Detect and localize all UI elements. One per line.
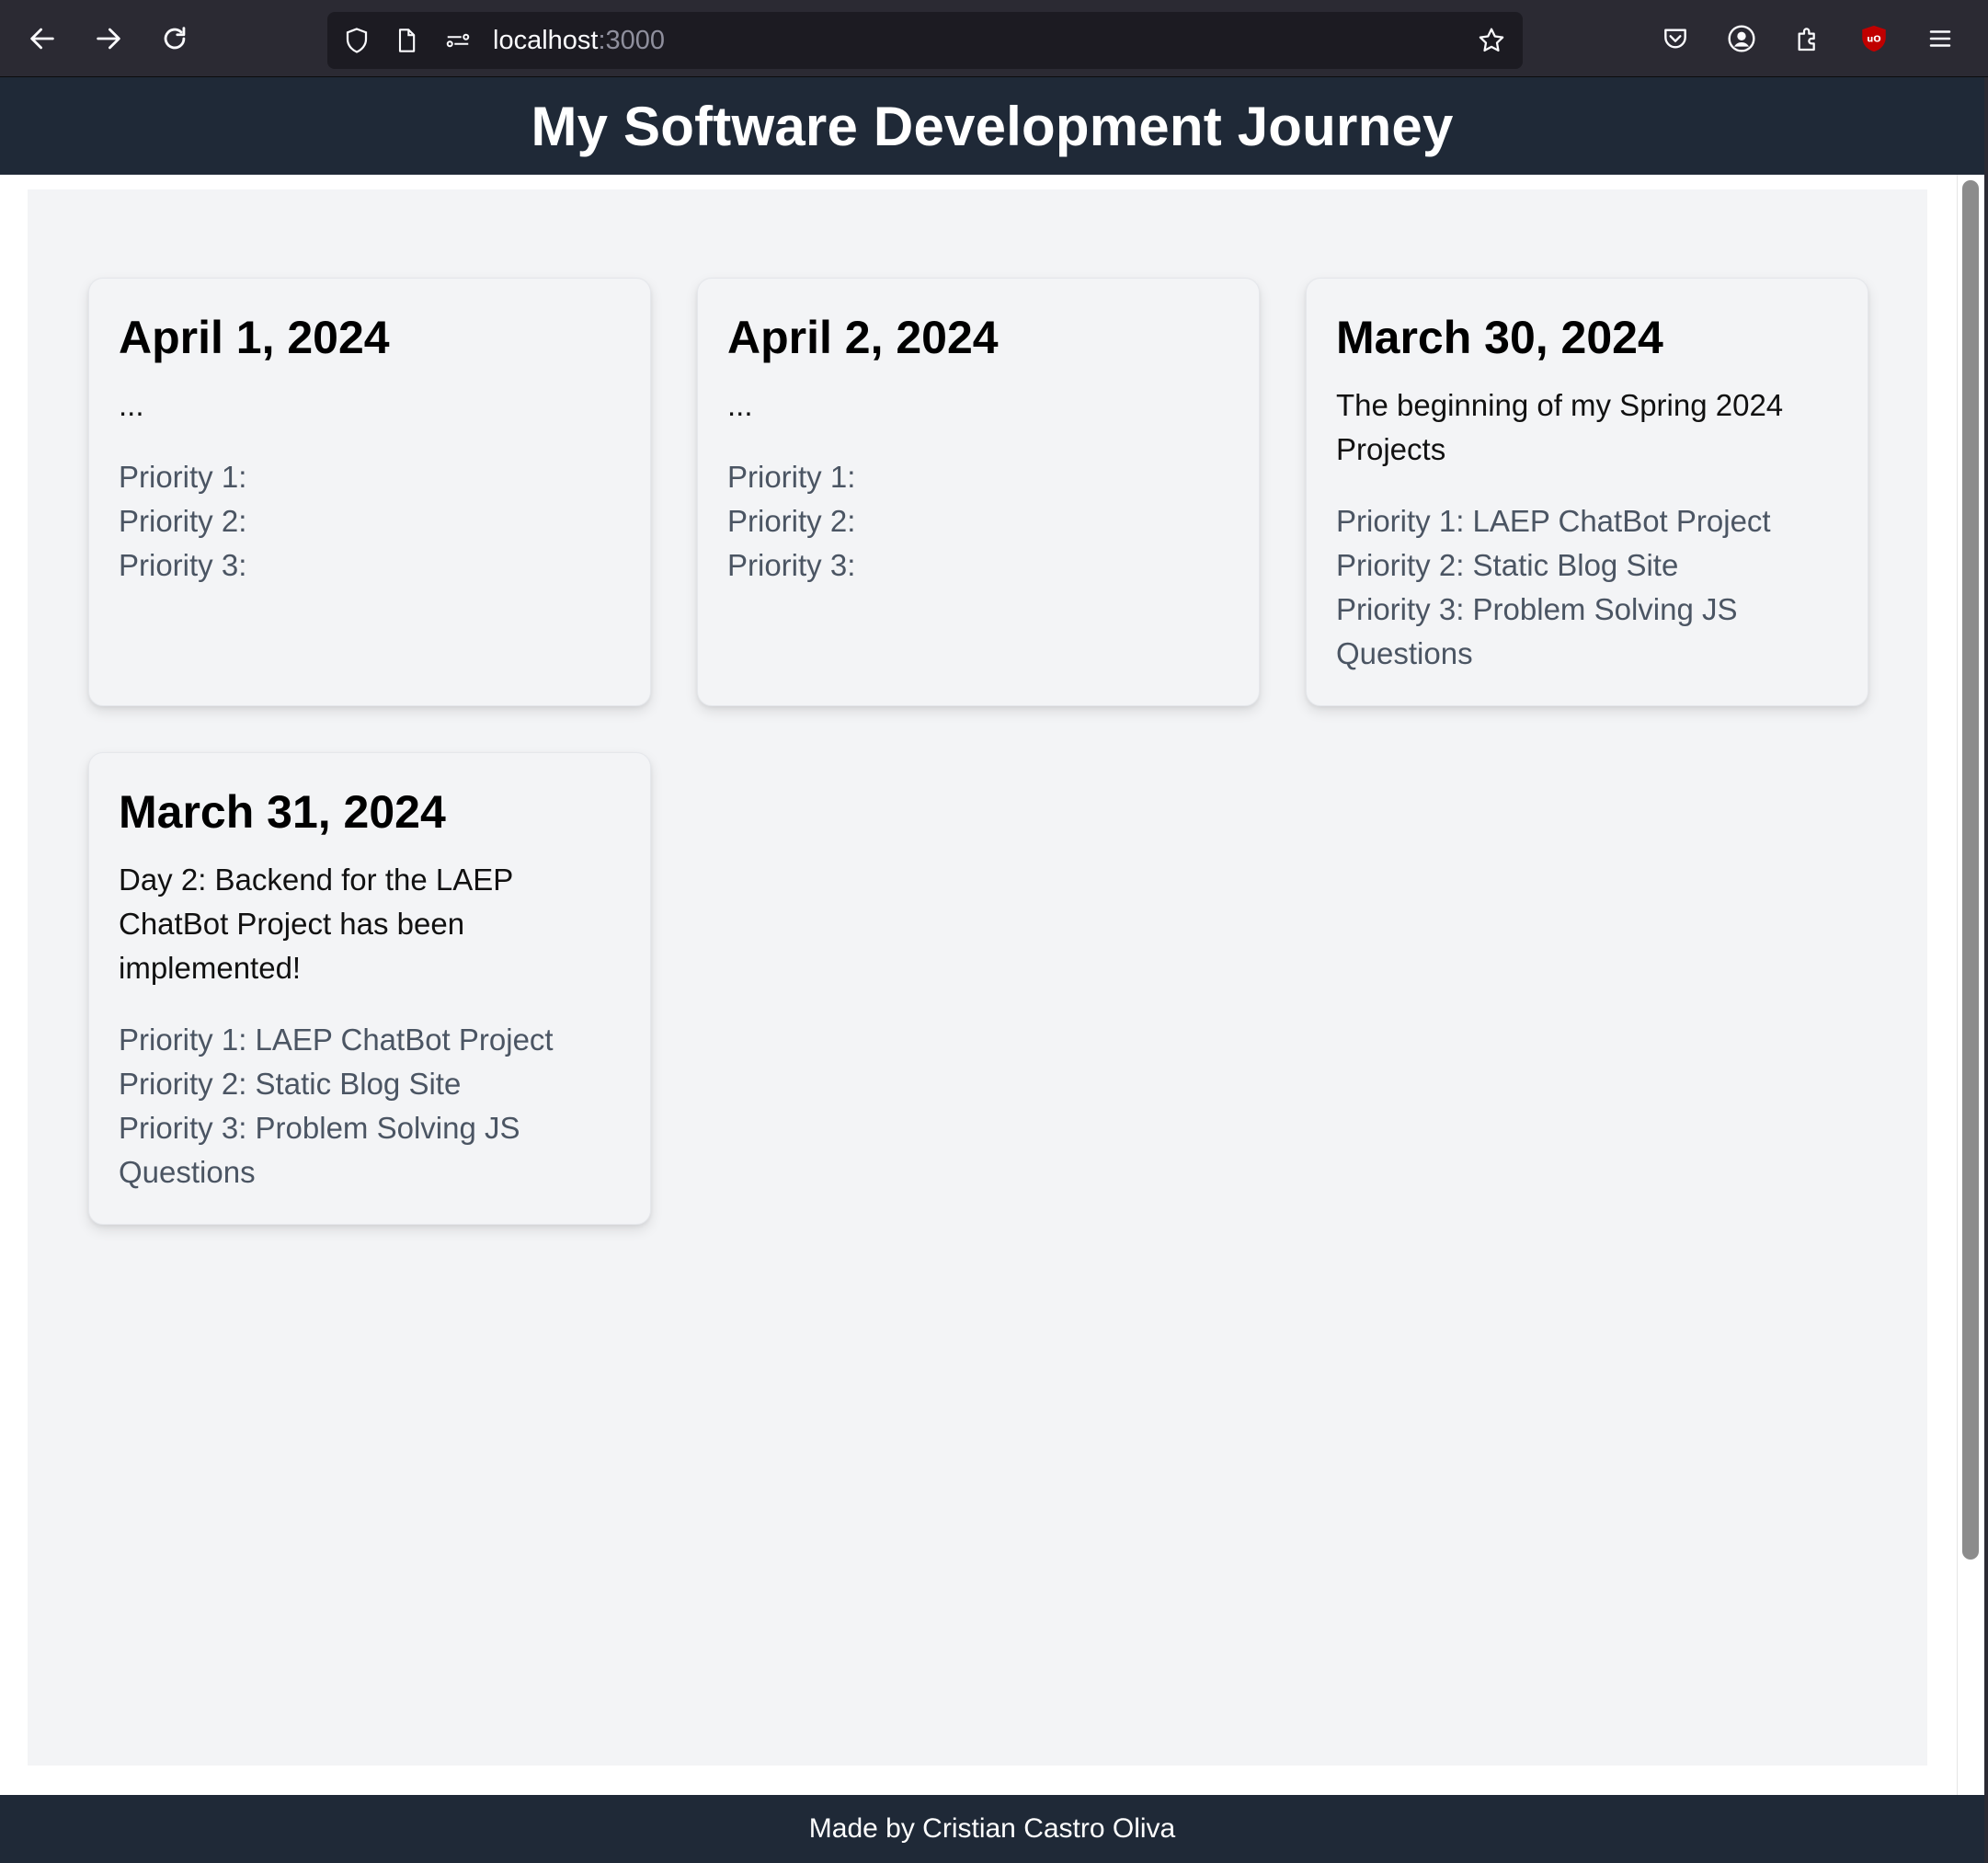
- ublock-icon[interactable]: uO: [1852, 17, 1896, 61]
- back-arrow-icon[interactable]: [20, 17, 64, 61]
- svg-text:uO: uO: [1867, 35, 1880, 45]
- journal-card: April 2, 2024 ... Priority 1: Priority 2…: [697, 278, 1260, 706]
- priority-item: Priority 1: LAEP ChatBot Project: [119, 1023, 554, 1057]
- site-footer: Made by Cristian Castro Oliva: [0, 1795, 1984, 1863]
- url-host: localhost: [493, 26, 599, 55]
- journal-grid: April 1, 2024 ... Priority 1: Priority 2…: [28, 189, 1927, 1766]
- browser-toolbar: localhost:3000 uO: [0, 0, 1988, 77]
- hamburger-menu-icon[interactable]: [1918, 17, 1962, 61]
- journal-card: April 1, 2024 ... Priority 1: Priority 2…: [88, 278, 651, 706]
- priority-item: Priority 1:: [119, 460, 247, 494]
- footer-credit: Made by Cristian Castro Oliva: [808, 1813, 1176, 1844]
- priority-item: Priority 3:: [727, 548, 856, 582]
- card-date: March 31, 2024: [119, 786, 446, 838]
- card-date: April 2, 2024: [727, 312, 999, 363]
- page-title: My Software Development Journey: [531, 95, 1454, 157]
- puzzle-icon[interactable]: [1786, 17, 1830, 61]
- priority-item: Priority 3:: [119, 548, 247, 582]
- priority-list: Priority 1: Priority 2: Priority 3:: [727, 455, 1229, 588]
- site-header: My Software Development Journey: [0, 77, 1984, 175]
- priority-item: Priority 3: Problem Solving JS Questions: [1336, 592, 1738, 670]
- priority-item: Priority 1: LAEP ChatBot Project: [1336, 504, 1771, 538]
- priority-list: Priority 1: LAEP ChatBot Project Priorit…: [119, 1018, 621, 1194]
- priority-item: Priority 2: Static Blog Site: [1336, 548, 1679, 582]
- priority-item: Priority 2:: [727, 504, 856, 538]
- card-description: ...: [119, 388, 144, 422]
- card-description: Day 2: Backend for the LAEP ChatBot Proj…: [119, 863, 513, 985]
- priority-item: Priority 2: Static Blog Site: [119, 1067, 462, 1101]
- account-icon[interactable]: [1720, 17, 1764, 61]
- pocket-icon[interactable]: [1653, 17, 1697, 61]
- star-icon[interactable]: [1473, 22, 1510, 59]
- priority-item: Priority 3: Problem Solving JS Questions: [119, 1111, 520, 1189]
- card-description: ...: [727, 388, 753, 422]
- priority-item: Priority 1:: [727, 460, 856, 494]
- forward-arrow-icon[interactable]: [86, 17, 131, 61]
- journal-card: March 30, 2024 The beginning of my Sprin…: [1306, 278, 1868, 706]
- card-description: The beginning of my Spring 2024 Projects: [1336, 388, 1784, 466]
- card-date: April 1, 2024: [119, 312, 390, 363]
- page-icon: [388, 22, 425, 59]
- reload-icon[interactable]: [153, 17, 197, 61]
- url-text[interactable]: localhost:3000: [493, 12, 665, 69]
- url-bar[interactable]: localhost:3000: [327, 12, 1523, 69]
- priority-item: Priority 2:: [119, 504, 247, 538]
- journal-card: March 31, 2024 Day 2: Backend for the LA…: [88, 752, 651, 1225]
- priority-list: Priority 1: LAEP ChatBot Project Priorit…: [1336, 499, 1838, 676]
- shield-icon[interactable]: [338, 22, 375, 59]
- url-port: :3000: [598, 26, 666, 55]
- window-edge: [1984, 77, 1988, 1863]
- card-date: March 30, 2024: [1336, 312, 1663, 363]
- priority-list: Priority 1: Priority 2: Priority 3:: [119, 455, 621, 588]
- permissions-icon[interactable]: [440, 22, 476, 59]
- scrollbar-thumb[interactable]: [1962, 180, 1979, 1560]
